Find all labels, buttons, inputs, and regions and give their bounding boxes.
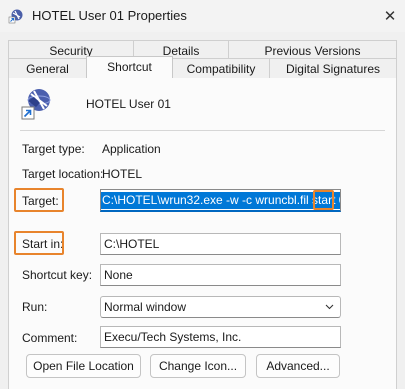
tab-general[interactable]: General: [8, 58, 87, 78]
open-file-location-button[interactable]: Open File Location: [26, 354, 141, 378]
close-button[interactable]: ✕: [375, 0, 405, 32]
title-bar: HOTEL User 01 Properties ✕: [0, 0, 405, 32]
close-icon: ✕: [383, 8, 397, 25]
tab-previous-versions[interactable]: Previous Versions: [228, 40, 397, 60]
comment-input[interactable]: Execu/Tech Systems, Inc.: [100, 326, 341, 348]
advanced-button[interactable]: Advanced...: [256, 354, 340, 378]
target-type-label: Target type:: [22, 142, 85, 156]
sphere-app-icon: [21, 89, 51, 120]
comment-label: Comment:: [22, 331, 78, 345]
target-type-value: Application: [102, 142, 161, 156]
target-location-label: Target location:: [22, 167, 104, 181]
tab-digital-signatures[interactable]: Digital Signatures: [269, 58, 397, 78]
run-label: Run:: [22, 300, 48, 314]
start-in-label-highlight: [14, 231, 64, 255]
start-in-input[interactable]: C:\HOTEL: [100, 233, 341, 255]
chevron-down-icon: [325, 304, 334, 310]
run-select[interactable]: Normal window: [100, 296, 341, 318]
target-selection: C:\HOTEL\wrun32.exe -w -c wruncbl.fil st…: [101, 192, 340, 209]
tab-compatibility[interactable]: Compatibility: [172, 58, 270, 78]
shortcut-key-input[interactable]: None: [100, 264, 341, 286]
shortcut-app-icon: [8, 9, 23, 24]
tab-shortcut[interactable]: Shortcut: [86, 56, 173, 78]
target-value-end: 01: [339, 193, 340, 207]
window-title: HOTEL User 01 Properties: [32, 8, 187, 23]
shortcut-name: HOTEL User 01: [86, 97, 171, 111]
target-end-highlight: [313, 190, 334, 210]
change-icon-button[interactable]: Change Icon...: [150, 354, 246, 378]
target-input[interactable]: C:\HOTEL\wrun32.exe -w -c wruncbl.fil st…: [100, 189, 341, 212]
shortcut-key-label: Shortcut key:: [22, 268, 93, 282]
divider: [20, 130, 385, 131]
target-location-value: HOTEL: [102, 167, 143, 181]
target-label-highlight: [14, 188, 64, 212]
